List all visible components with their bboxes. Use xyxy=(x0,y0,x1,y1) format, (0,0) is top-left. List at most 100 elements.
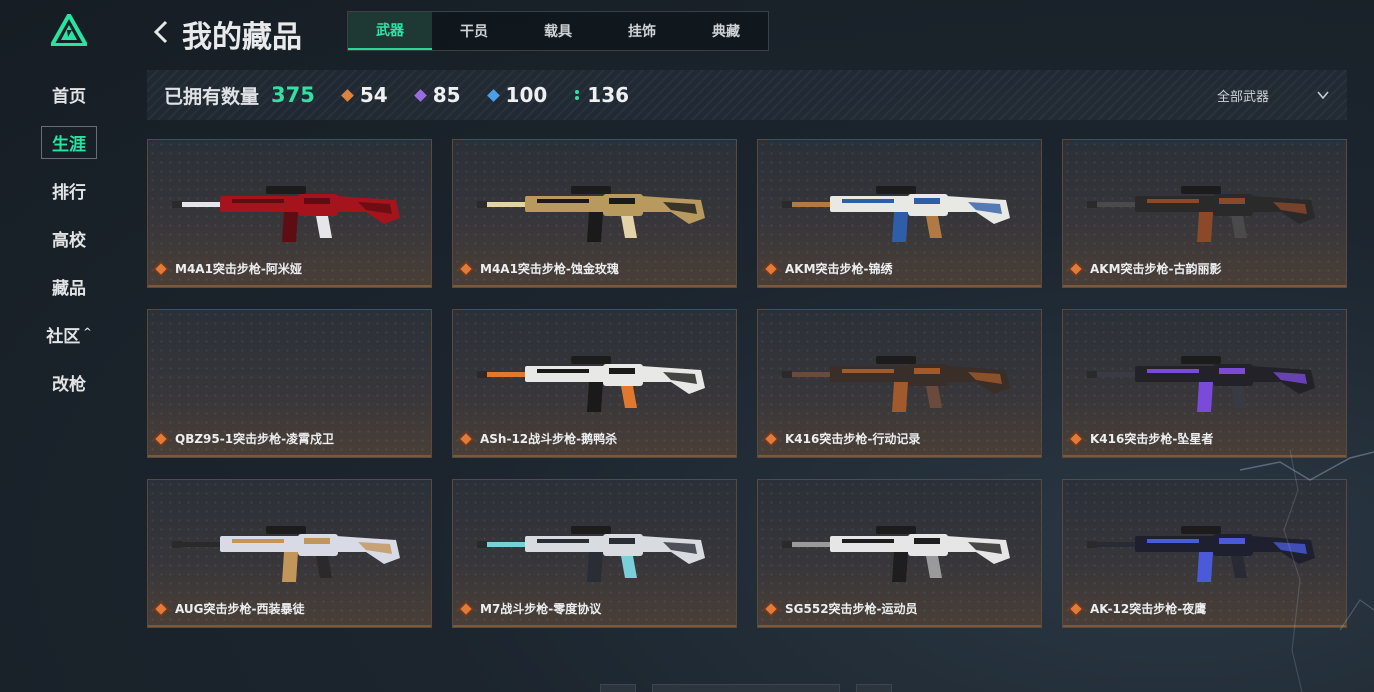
nav-label: 改枪 xyxy=(52,374,86,395)
rarity-stat-green: 136 xyxy=(575,83,629,107)
weapon-image xyxy=(477,186,705,242)
nav-item-career[interactable]: 生涯 xyxy=(0,118,138,166)
weapon-image xyxy=(1087,186,1315,242)
tab-operators[interactable]: 干员 xyxy=(432,12,516,50)
nav-label: 生涯 xyxy=(41,125,97,159)
filter-label: 全部武器 xyxy=(1216,89,1269,105)
rarity-stat-blue: 100 xyxy=(486,83,547,107)
tab-weapons[interactable]: 武器 xyxy=(348,12,432,50)
main-nav: 首页 生涯 排行 高校 藏品 社区 ^ 改枪 xyxy=(0,70,138,406)
weapon-image xyxy=(477,356,705,412)
weapon-filter-dropdown[interactable]: 全部武器 xyxy=(1217,70,1329,120)
tab-archive[interactable]: 典藏 xyxy=(684,12,768,50)
collection-summary: 已拥有数量 375 54 85 100 136 全部武器 xyxy=(147,70,1347,120)
weapon-name: SG552突击步枪-运动员 xyxy=(785,602,918,616)
weapon-card[interactable]: M4A1突击步枪-蚀金玫瑰 xyxy=(452,139,737,288)
nav-label: 排行 xyxy=(52,182,86,203)
weapon-name: K416突击步枪-坠星者 xyxy=(1090,432,1214,446)
chevron-up-icon: ^ xyxy=(83,326,92,338)
weapon-image xyxy=(172,186,400,242)
weapon-card[interactable]: ASh-12战斗步枪-鹅鸭杀 xyxy=(452,309,737,458)
game-logo-icon[interactable] xyxy=(51,14,87,46)
rarity-diamond-icon xyxy=(155,262,167,275)
rarity-diamond-icon xyxy=(460,432,472,445)
weapon-image xyxy=(172,526,400,582)
weapon-card[interactable]: QBZ95-1突击步枪-凌霄戍卫 xyxy=(147,309,432,458)
weapon-name: QBZ95-1突击步枪-凌霄戍卫 xyxy=(175,432,335,446)
weapon-name: AKM突击步枪-锦绣 xyxy=(785,262,893,276)
weapon-card[interactable]: AUG突击步枪-西装暴徒 xyxy=(147,479,432,628)
tab-vehicles[interactable]: 载具 xyxy=(516,12,600,50)
weapon-card-label: AUG突击步枪-西装暴徒 xyxy=(155,600,305,617)
rarity-diamond-icon xyxy=(1070,602,1082,615)
rarity-diamond-icon xyxy=(460,602,472,615)
weapon-card-label: ASh-12战斗步枪-鹅鸭杀 xyxy=(460,430,618,447)
rarity-diamond-icon xyxy=(765,432,777,445)
nav-label: 高校 xyxy=(52,230,86,251)
weapon-card-label: AK-12突击步枪-夜鹰 xyxy=(1070,600,1207,617)
category-tabs: 武器 干员 载具 挂饰 典藏 xyxy=(347,11,769,51)
weapon-card-label: SG552突击步枪-运动员 xyxy=(765,600,918,617)
orange-diamond-icon xyxy=(340,88,354,102)
green-dot-icon xyxy=(575,90,580,94)
nav-item-collection[interactable]: 藏品 xyxy=(0,262,138,310)
weapon-name: M4A1突击步枪-阿米娅 xyxy=(175,262,302,276)
weapon-card[interactable]: AKM突击步枪-锦绣 xyxy=(757,139,1042,288)
weapon-name: AK-12突击步枪-夜鹰 xyxy=(1090,602,1207,616)
weapon-name: M4A1突击步枪-蚀金玫瑰 xyxy=(480,262,619,276)
rarity-count: 136 xyxy=(587,83,630,107)
weapon-image xyxy=(782,186,1010,242)
tab-charms[interactable]: 挂饰 xyxy=(600,12,684,50)
weapon-card-label: AKM突击步枪-古韵丽影 xyxy=(1070,260,1222,277)
weapon-card[interactable]: K416突击步枪-坠星者 xyxy=(1062,309,1347,458)
lightning-decoration xyxy=(1240,450,1374,692)
weapon-name: AKM突击步枪-古韵丽影 xyxy=(1090,262,1222,276)
weapon-image xyxy=(782,356,1010,412)
nav-label: 首页 xyxy=(52,86,86,107)
weapon-card[interactable]: SG552突击步枪-运动员 xyxy=(757,479,1042,628)
rarity-diamond-icon xyxy=(765,602,777,615)
weapon-name: AUG突击步枪-西装暴徒 xyxy=(175,602,305,616)
weapon-name: ASh-12战斗步枪-鹅鸭杀 xyxy=(480,432,618,446)
weapon-card-label: M4A1突击步枪-阿米娅 xyxy=(155,260,302,277)
rarity-diamond-icon xyxy=(155,432,167,445)
weapon-card[interactable]: M7战斗步枪-零度协议 xyxy=(452,479,737,628)
rarity-stat-purple: 85 xyxy=(413,83,461,107)
rarity-diamond-icon xyxy=(460,262,472,275)
rarity-count: 54 xyxy=(359,83,388,107)
weapon-card[interactable]: K416突击步枪-行动记录 xyxy=(757,309,1042,458)
nav-label: 社区 xyxy=(46,326,81,347)
back-arrow-icon[interactable] xyxy=(150,18,172,46)
rarity-stat-orange: 54 xyxy=(340,83,388,107)
weapon-card-label: K416突击步枪-坠星者 xyxy=(1070,430,1214,447)
weapon-name: M7战斗步枪-零度协议 xyxy=(480,602,602,616)
sidebar: 首页 生涯 排行 高校 藏品 社区 ^ 改枪 xyxy=(0,0,138,692)
nav-item-home[interactable]: 首页 xyxy=(0,70,138,118)
weapon-image xyxy=(782,526,1010,582)
pagination xyxy=(600,684,892,692)
weapon-card-label: K416突击步枪-行动记录 xyxy=(765,430,921,447)
blue-diamond-icon xyxy=(486,88,500,102)
weapon-image xyxy=(477,526,705,582)
prev-page-button[interactable] xyxy=(600,684,636,692)
nav-item-university[interactable]: 高校 xyxy=(0,214,138,262)
nav-item-community[interactable]: 社区 ^ xyxy=(0,310,138,358)
rarity-diamond-icon xyxy=(1070,432,1082,445)
purple-diamond-icon xyxy=(413,88,427,102)
rarity-diamond-icon xyxy=(155,602,167,615)
next-page-button[interactable] xyxy=(856,684,892,692)
rarity-diamond-icon xyxy=(1070,262,1082,275)
weapon-card[interactable]: M4A1突击步枪-阿米娅 xyxy=(147,139,432,288)
weapon-name: K416突击步枪-行动记录 xyxy=(785,432,921,446)
nav-item-ranking[interactable]: 排行 xyxy=(0,166,138,214)
page-title: 我的藏品 xyxy=(182,20,302,55)
weapon-card-label: M7战斗步枪-零度协议 xyxy=(460,600,602,617)
weapon-card-label: AKM突击步枪-锦绣 xyxy=(765,260,893,277)
owned-count-label: 已拥有数量 xyxy=(164,85,260,108)
weapon-card-label: M4A1突击步枪-蚀金玫瑰 xyxy=(460,260,619,277)
rarity-diamond-icon xyxy=(765,262,777,275)
nav-label: 藏品 xyxy=(52,278,86,299)
nav-item-gun-mod[interactable]: 改枪 xyxy=(0,358,138,406)
chevron-down-icon xyxy=(1317,91,1329,100)
weapon-card[interactable]: AKM突击步枪-古韵丽影 xyxy=(1062,139,1347,288)
